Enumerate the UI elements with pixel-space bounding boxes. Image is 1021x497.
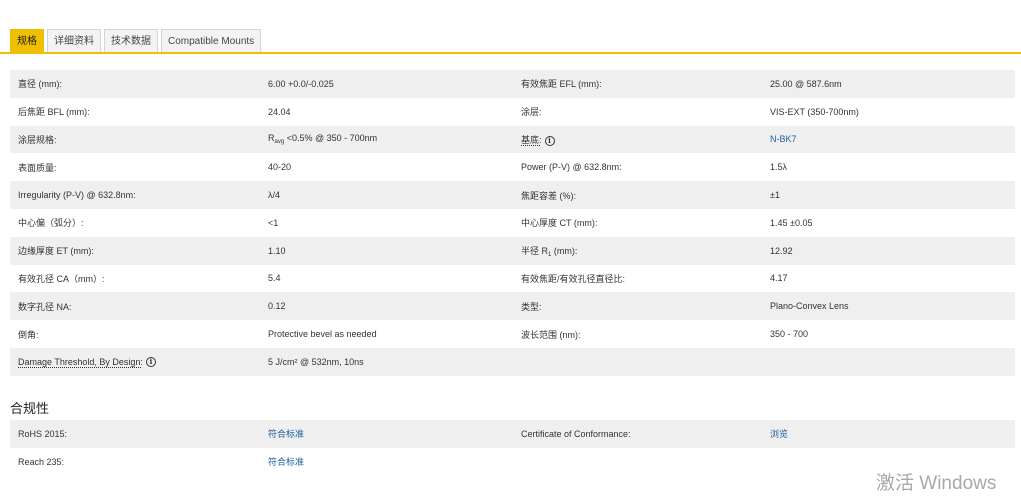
tab-bar: 规格 详细资料 技术数据 Compatible Mounts xyxy=(10,29,262,53)
compliance-title: 合规性 xyxy=(10,401,50,416)
table-row: 涂层规格: Ravg <0.5% @ 350 - 700nm 基底: i N-BK… xyxy=(10,125,1015,154)
spec-value: λ/4 xyxy=(260,181,513,209)
table-row: 中心偏（弧分）: <1 中心厚度 CT (mm): 1.45 ±0.05 xyxy=(10,209,1015,237)
spec-value: 350 - 700 xyxy=(770,329,809,340)
compliance-value: 符合标准 xyxy=(260,448,513,476)
tab-compatible-mounts[interactable]: Compatible Mounts xyxy=(161,29,262,52)
substrate-label[interactable]: 基底: xyxy=(521,135,542,145)
substrate-link[interactable]: N-BK7 xyxy=(770,134,797,144)
ravg-value: <0.5% @ 350 - 700nm xyxy=(284,133,378,144)
spec-value: 40-20 xyxy=(268,162,292,173)
empty-cell xyxy=(513,448,762,476)
spec-value: 5 J/cm² @ 532nm, 10ns xyxy=(260,347,513,376)
compliance-table: RoHS 2015: 符合标准 Certificate of Conforman… xyxy=(10,420,1015,476)
spec-value: 12.92 xyxy=(762,236,1015,265)
spec-value: 1.5λ xyxy=(770,162,788,173)
spec-label: 有效孔径 CA（mm）: xyxy=(18,273,105,284)
spec-label: 基底: i xyxy=(513,125,762,154)
table-row: 后焦距 BFL (mm): 24.04 涂层: VIS-EXT (350-700… xyxy=(10,98,1015,126)
tab-technical-data[interactable]: 技术数据 xyxy=(104,29,158,52)
spec-label: 有效焦距 EFL (mm): xyxy=(513,70,762,98)
spec-value: 1.45 ±0.05 xyxy=(770,217,813,228)
spec-label: 后焦距 BFL (mm): xyxy=(18,107,90,118)
spec-value: ±1 xyxy=(762,181,1015,209)
radius-unit: (mm): xyxy=(551,245,578,256)
spec-label: Irregularity (P-V) @ 632.8nm: xyxy=(10,181,260,209)
table-row: RoHS 2015: 符合标准 Certificate of Conforman… xyxy=(10,420,1015,448)
spec-table: 直径 (mm): 6.00 +0.0/-0.025 有效焦距 EFL (mm):… xyxy=(10,70,1015,376)
empty-cell xyxy=(762,347,1015,376)
table-row: 有效孔径 CA（mm）: 5.4 有效焦距/有效孔径直径比: 4.17 xyxy=(10,265,1015,293)
spec-value: Ravg <0.5% @ 350 - 700nm xyxy=(260,125,513,154)
spec-value: Protective bevel as needed xyxy=(268,329,377,340)
table-row: 直径 (mm): 6.00 +0.0/-0.025 有效焦距 EFL (mm):… xyxy=(10,70,1015,98)
spec-value: 24.04 xyxy=(268,106,291,117)
ravg-subscript: avg xyxy=(274,139,285,146)
spec-label: 有效焦距/有效孔径直径比: xyxy=(521,273,626,284)
compliance-label: RoHS 2015: xyxy=(10,420,260,448)
spec-label: 类型: xyxy=(513,292,762,321)
spec-value: <1 xyxy=(268,217,279,228)
table-row: 倒角: Protective bevel as needed 波长范围 (nm)… xyxy=(10,320,1015,348)
spec-value: Plano-Convex Lens xyxy=(762,292,1015,321)
table-row: Reach 235: 符合标准 xyxy=(10,448,1015,476)
info-icon[interactable]: i xyxy=(544,135,555,146)
compliance-value: 浏览 xyxy=(762,420,1015,448)
spec-label: 波长范围 (nm): xyxy=(521,329,581,340)
spec-label: 涂层规格: xyxy=(10,125,260,154)
spec-label: 表面质量: xyxy=(18,162,57,173)
spec-label: Power (P-V) @ 632.8nm: xyxy=(521,162,622,173)
spec-label: 中心偏（弧分）: xyxy=(18,218,84,229)
damage-threshold-label[interactable]: Damage Threshold, By Design: xyxy=(18,357,143,367)
spec-value: VIS-EXT (350-700nm) xyxy=(770,106,859,117)
tab-details[interactable]: 详细资料 xyxy=(47,29,101,52)
spec-label: 边缘厚度 ET (mm): xyxy=(10,236,260,265)
tab-underline xyxy=(0,52,1021,54)
spec-value: 0.12 xyxy=(260,292,513,321)
compliance-label: Certificate of Conformance: xyxy=(513,420,762,448)
radius-label: 半径 R xyxy=(521,245,549,256)
spec-label: Damage Threshold, By Design: i xyxy=(10,347,260,376)
windows-activation-watermark: 激活 Windows xyxy=(876,473,997,494)
spec-value: 5.4 xyxy=(268,273,281,284)
tab-specifications[interactable]: 规格 xyxy=(10,29,44,52)
table-row: 边缘厚度 ET (mm): 1.10 半径 R1 (mm): 12.92 xyxy=(10,236,1015,265)
spec-value: 6.00 +0.0/-0.025 xyxy=(260,70,513,98)
spec-label: 涂层: xyxy=(521,107,542,118)
info-icon[interactable]: i xyxy=(145,357,156,368)
compliance-label: Reach 235: xyxy=(18,456,65,467)
table-row: 表面质量: 40-20 Power (P-V) @ 632.8nm: 1.5λ xyxy=(10,153,1015,181)
spec-label: 半径 R1 (mm): xyxy=(513,236,762,265)
empty-cell xyxy=(513,347,762,376)
spec-label: 倒角: xyxy=(18,329,39,340)
spec-value: 25.00 @ 587.6nm xyxy=(762,70,1015,98)
spec-label: 中心厚度 CT (mm): xyxy=(521,218,598,229)
table-row: Irregularity (P-V) @ 632.8nm: λ/4 焦距容差 (… xyxy=(10,181,1015,209)
rohs-link[interactable]: 符合标准 xyxy=(268,429,304,439)
spec-value: 1.10 xyxy=(260,236,513,265)
spec-label: 直径 (mm): xyxy=(10,70,260,98)
spec-value: N-BK7 xyxy=(762,125,1015,154)
reach-link[interactable]: 符合标准 xyxy=(268,457,304,467)
table-row: 数字孔径 NA: 0.12 类型: Plano-Convex Lens xyxy=(10,292,1015,321)
compliance-value: 符合标准 xyxy=(260,420,513,448)
table-row: Damage Threshold, By Design: i 5 J/cm² @ … xyxy=(10,347,1015,376)
spec-label: 焦距容差 (%): xyxy=(513,181,762,209)
coc-view-link[interactable]: 浏览 xyxy=(770,429,788,439)
spec-label: 数字孔径 NA: xyxy=(10,292,260,321)
spec-value: 4.17 xyxy=(770,273,788,284)
